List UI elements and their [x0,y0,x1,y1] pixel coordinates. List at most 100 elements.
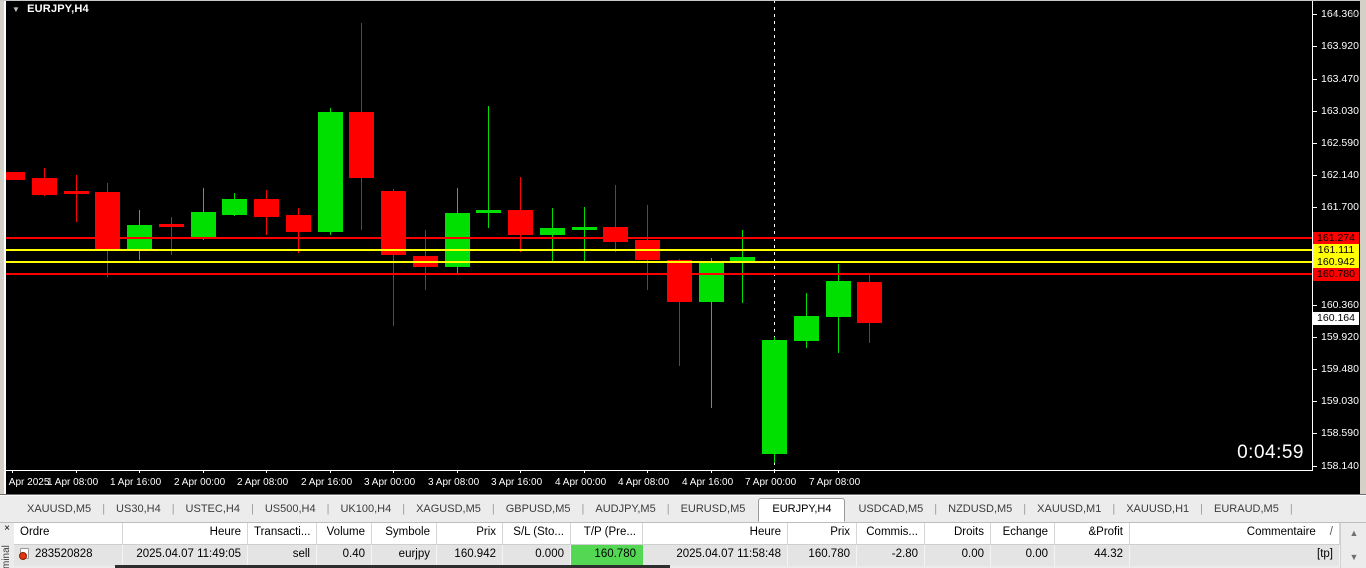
column-header-echange: Echange [991,523,1055,544]
candle-wick [742,230,743,303]
cell: 0.40 [317,545,372,566]
tab-xauusd-m5[interactable]: XAUUSD,M5 [16,503,102,515]
y-tick [1313,337,1317,338]
current-price-label: 160.164 [1313,312,1359,325]
candle-body [540,228,565,235]
scroll-up-icon[interactable]: ▲ [1341,528,1366,538]
tab-eurjpy-h4[interactable]: EURJPY,H4 [758,498,845,522]
y-tick [1313,143,1317,144]
candle-body [95,192,120,250]
candle-body [603,227,628,242]
tab-prev-icon[interactable]: ◄ [1330,10,1338,19]
tab-eurusd-m5[interactable]: EURUSD,M5 [670,503,757,515]
tab-usdcad-m5[interactable]: USDCAD,M5 [847,503,934,515]
x-tick-label: 7 Apr 00:00 [745,477,796,488]
candle-body [572,227,597,230]
chart-symbol-label[interactable]: ▼EURJPY,H4 [12,3,89,15]
y-tick-label: 158.140 [1321,460,1359,472]
candle-body [445,213,470,267]
candle-body [286,215,311,232]
price-axis[interactable]: 164.360163.920163.470163.030162.590162.1… [1313,0,1360,494]
candle-body [254,199,279,217]
x-tick-label: 2 Apr 08:00 [237,477,288,488]
x-tick [711,470,712,473]
terminal-panel: × minal OrdreHeureTransacti...VolumeSymb… [0,522,1366,568]
tab-nzdusd-m5[interactable]: NZDUSD,M5 [937,503,1023,515]
cell: 160.780 [788,545,857,566]
candle-wick [76,175,77,222]
x-tick-label: 7 Apr 08:00 [809,477,860,488]
candle-body [32,178,57,195]
price-level-line[interactable] [6,237,1312,239]
column-header--profit: &Profit [1055,523,1130,544]
column-header-heure: Heure [123,523,248,544]
cell: eurjpy [372,545,437,566]
cell: 160.780 [571,545,643,566]
terminal-panel-label: minal [0,535,14,568]
tab-euraud-m5[interactable]: EURAUD,M5 [1203,503,1290,515]
tab-ustec-h4[interactable]: USTEC,H4 [175,503,251,515]
mt4-window: ▼EURJPY,H4 0:04:59 1 Apr 20251 Apr 08:00… [0,0,1366,568]
x-tick [647,470,648,473]
column-header-prix: Prix [788,523,857,544]
orders-table: OrdreHeureTransacti...VolumeSymbolePrixS… [14,523,1340,566]
sort-icon[interactable]: / [1330,526,1333,538]
x-tick-label: 1 Apr 2025 [1,477,49,488]
price-level-line[interactable] [6,261,1312,263]
candle-body [6,172,25,181]
y-tick [1313,46,1317,47]
tab-xauusd-m1[interactable]: XAUUSD,M1 [1026,503,1112,515]
chart-area[interactable]: ▼EURJPY,H4 0:04:59 [6,0,1312,470]
tab-next-icon[interactable]: ► [1350,10,1358,19]
y-tick-label: 159.920 [1321,331,1359,343]
y-tick-label: 163.920 [1321,40,1359,52]
price-level-line[interactable] [6,249,1312,251]
tab-us500-h4[interactable]: US500,H4 [254,503,327,515]
x-axis[interactable]: 1 Apr 20251 Apr 08:001 Apr 16:002 Apr 00… [0,471,1360,494]
chart-panel: ▼EURJPY,H4 0:04:59 1 Apr 20251 Apr 08:00… [0,0,1366,494]
x-tick-label: 4 Apr 16:00 [682,477,733,488]
candle-wick [584,207,585,263]
price-level-label: 160.780 [1313,268,1359,281]
x-tick [12,470,13,473]
y-tick-label: 163.030 [1321,105,1359,117]
column-header-transacti-: Transacti... [248,523,317,544]
cell: [tp] [1130,545,1340,566]
y-tick [1313,79,1317,80]
cell: sell [248,545,317,566]
y-tick [1313,305,1317,306]
candle-body [349,112,374,178]
candle-body [508,210,533,235]
candle-body [826,281,851,317]
tab-separator: | [1290,503,1293,515]
price-level-line[interactable] [6,273,1312,275]
tab-audjpy-m5[interactable]: AUDJPY,M5 [584,503,666,515]
tab-uk100-h4[interactable]: UK100,H4 [329,503,402,515]
candle-wick [552,208,553,263]
x-tick [139,470,140,473]
tab-scroll-arrows: ◄ ► [1330,0,1358,28]
panel-left-highlight [4,0,6,494]
cell: 0.000 [503,545,571,566]
tab-xagusd-m5[interactable]: XAGUSD,M5 [405,503,492,515]
tab-gbpusd-m5[interactable]: GBPUSD,M5 [495,503,582,515]
y-tick-label: 162.590 [1321,137,1359,149]
y-tick [1313,369,1317,370]
x-tick-label: 3 Apr 08:00 [428,477,479,488]
candle-body [381,191,406,255]
column-header-t-p-pre-: T/P (Pre... [571,523,643,544]
chevron-down-icon: ▼ [12,5,20,14]
order-row[interactable]: 2835208282025.04.07 11:49:05sell0.40eurj… [14,545,1340,566]
y-tick-label: 161.700 [1321,201,1359,213]
tab-xauusd-h1[interactable]: XAUUSD,H1 [1115,503,1200,515]
close-icon[interactable]: × [1,524,13,535]
x-tick [76,470,77,473]
column-header-heure: Heure [643,523,788,544]
cell: 160.942 [437,545,503,566]
x-tick-label: 2 Apr 00:00 [174,477,225,488]
x-tick-label: 4 Apr 00:00 [555,477,606,488]
tab-us30-h4[interactable]: US30,H4 [105,503,172,515]
scroll-down-icon[interactable]: ▼ [1341,552,1366,562]
x-tick-label: 4 Apr 08:00 [618,477,669,488]
cell: 283520828 [14,545,123,566]
